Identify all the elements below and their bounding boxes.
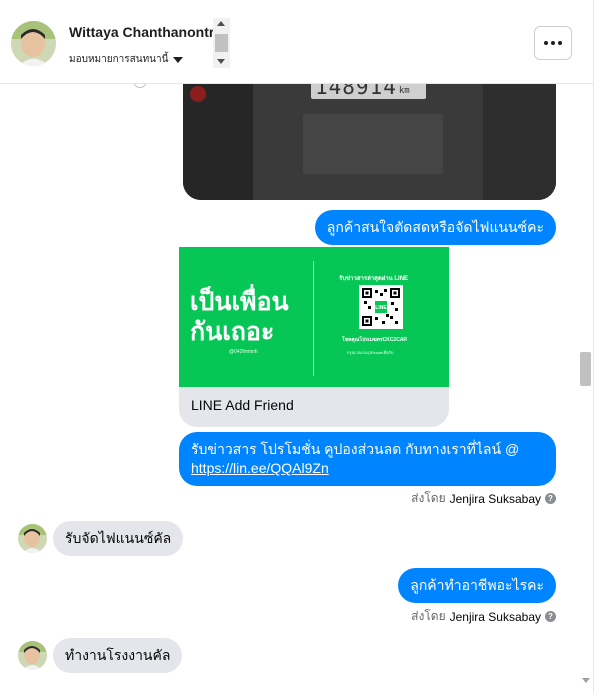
line-link[interactable]: https://lin.ee/QQAl9Zn [191,460,329,476]
message-outgoing[interactable]: ลูกค้าสนใจตัดสดหรือจัดไฟแนนซ์คะ [314,210,556,245]
message-text: ลูกค้าทำอาชีพอะไรคะ [410,577,544,593]
seen-icon: ✓ [133,84,147,88]
assign-label: มอบหมายการสนทนานี้ [69,54,169,65]
message-text: ทำงานโรงงานคัล [65,647,171,663]
message-outgoing[interactable]: รับข่าวสาร โปรโมชั่น คูปองส่วนลด กับทางเ… [179,432,556,486]
message-incoming[interactable]: รับจัดไฟแนนซ์คัล [53,521,184,556]
qr-center-label: LINE [375,305,387,311]
contact-name[interactable]: Wittaya Chanthanontri [69,24,214,40]
more-icon [544,41,548,45]
contact-avatar[interactable] [11,21,56,66]
odometer-display: 148914 km [311,84,426,99]
help-icon[interactable]: ? [545,611,556,622]
scroll-down-icon[interactable] [217,59,225,64]
promo-headline-2: กันเถอะ [190,318,275,346]
contact-avatar-small[interactable] [18,641,47,670]
line-handle: @042fmmnh [229,349,258,355]
sent-by-note: ส่งโดย Jenjira Suksabay ? [411,607,556,626]
help-icon[interactable]: ? [545,493,556,504]
card-title[interactable]: LINE Add Friend [191,397,294,413]
scroll-thumb[interactable] [580,352,591,386]
message-text: รับจัดไฟแนนซ์คัล [65,530,172,546]
scroll-up-icon[interactable] [217,21,225,26]
conversation-header: Wittaya Chanthanontri มอบหมายการสนทนานี้ [0,0,594,84]
thread-scrollbar[interactable] [577,84,594,693]
message-text: ลูกค้าสนใจตัดสดหรือจัดไฟแนนซ์คะ [326,219,544,235]
scroll-down-icon[interactable] [582,678,590,683]
message-thread[interactable]: 148914km ✓ ลูกค้าสนใจตัดสดหรือจัดไฟแนนซ์… [0,84,594,693]
message-outgoing[interactable]: ลูกค้าทำอาชีพอะไรคะ [398,568,556,603]
contact-avatar-small[interactable] [18,524,47,553]
assign-conversation-dropdown[interactable]: มอบหมายการสนทนานี้ [69,52,184,67]
more-options-button[interactable] [534,26,572,60]
agent-name[interactable]: Jenjira Suksabay [450,610,541,624]
promo-headline-1: เป็นเพื่อน [190,288,289,316]
qr-code-icon: LINE [359,285,403,329]
agent-name[interactable]: Jenjira Suksabay [450,492,541,506]
divider [313,261,314,376]
qr-subtitle: โชคคุณโปรเมฆตรCKC2CAR [342,337,408,343]
name-scrollbar[interactable] [213,18,230,68]
line-add-friend-card[interactable]: เป็นเพื่อน กันเถอะ @042fmmnh รับข่าวสารล… [179,247,449,427]
attached-photo[interactable]: 148914 km [183,84,556,200]
sent-by-note: ส่งโดย Jenjira Suksabay ? [411,489,556,508]
message-text: รับข่าวสาร โปรโมชั่น คูปองส่วนลด กับทางเ… [191,441,520,457]
caret-down-icon [173,56,184,63]
message-incoming[interactable]: ทำงานโรงงานคัล [53,638,183,673]
qr-title: รับข่าวสารล่าสุดผ่าน LINE [339,276,409,282]
scroll-thumb[interactable] [215,34,228,52]
qr-fine-print: กรุณาสแกนQRcodeเพื่อรับ [347,350,394,355]
line-promo-image[interactable]: เป็นเพื่อน กันเถอะ @042fmmnh รับข่าวสารล… [179,247,449,387]
